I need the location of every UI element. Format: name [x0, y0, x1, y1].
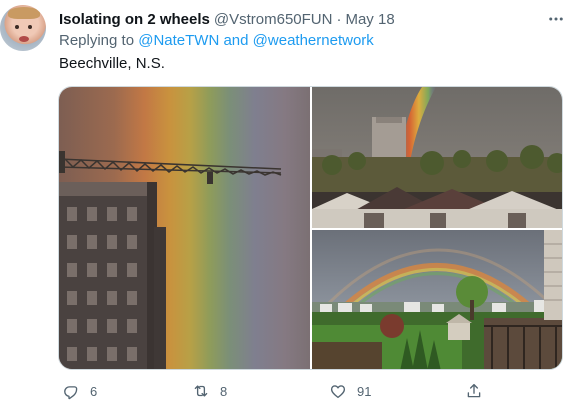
tweet[interactable]: Isolating on 2 wheels @Vstrom650FUN · Ma…: [0, 0, 583, 405]
retweet-count: 8: [220, 383, 228, 399]
like-button[interactable]: 91: [329, 382, 371, 400]
share-button[interactable]: [465, 382, 483, 400]
like-icon: [330, 385, 346, 399]
replying-to: Replying to @NateTWN and @weathernetwork: [59, 32, 374, 49]
user-handle[interactable]: @Vstrom650FUN: [214, 11, 333, 28]
tweet-text: Beechville, N.S.: [59, 55, 165, 72]
tweet-date[interactable]: May 18: [345, 11, 394, 28]
separator-dot: ·: [336, 10, 342, 28]
avatar[interactable]: [0, 5, 46, 51]
reply-button[interactable]: 6: [62, 382, 97, 400]
retweet-button[interactable]: 8: [192, 382, 227, 400]
mention-link[interactable]: @NateTWN: [138, 32, 219, 49]
photo-double-rainbow[interactable]: [312, 230, 562, 369]
tweet-header: Isolating on 2 wheels @Vstrom650FUN · Ma…: [59, 9, 395, 29]
reply-icon: [64, 386, 78, 400]
reply-count: 6: [90, 383, 98, 399]
share-icon: [467, 383, 481, 398]
retweet-icon: [194, 385, 208, 397]
photo-rainbow-crane[interactable]: [59, 87, 310, 369]
more-icon: [549, 17, 563, 21]
mention-joiner: and: [223, 32, 249, 49]
more-options-button[interactable]: [546, 10, 566, 28]
media-grid: [58, 86, 563, 370]
photo-rainbow-building[interactable]: [312, 87, 562, 228]
action-bar: 6 8 91: [0, 380, 583, 405]
mention-link[interactable]: @weathernetwork: [253, 32, 374, 49]
like-count: 91: [357, 383, 372, 399]
replying-to-label: Replying to: [59, 32, 135, 49]
display-name[interactable]: Isolating on 2 wheels: [59, 11, 210, 28]
